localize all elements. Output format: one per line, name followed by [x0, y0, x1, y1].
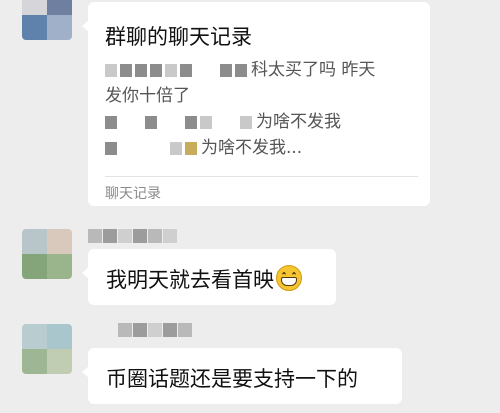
preview-line: 为啥不发我... — [105, 135, 425, 161]
preview-line: 发你十倍了 — [105, 83, 425, 109]
preview-line: 为啥不发我 — [105, 109, 425, 135]
redacted-name — [105, 63, 247, 77]
message-text: 币圈话题还是要支持一下的 — [106, 367, 358, 391]
chat-record-preview: 科太买了吗 昨天 发你十倍了 为啥不发我 为啥不发我... — [105, 57, 425, 161]
chat-record-card[interactable]: 群聊的聊天记录 科太买了吗 昨天 发你十倍了 为啥不发我 为啥不发我... 聊天… — [82, 2, 430, 206]
sender-avatar[interactable] — [22, 324, 72, 374]
sender-name-redacted — [88, 229, 177, 243]
redacted-name — [105, 115, 252, 129]
preview-line: 科太买了吗 昨天 — [105, 57, 425, 83]
redacted-name — [105, 141, 197, 155]
card-divider — [105, 176, 418, 177]
preview-text: 为啥不发我 — [256, 112, 341, 132]
grinning-face-icon — [276, 265, 302, 291]
message-bubble[interactable]: 我明天就去看首映 — [82, 249, 336, 305]
sender-name-redacted — [118, 323, 192, 337]
preview-text: 发你十倍了 — [105, 86, 190, 106]
preview-text: 为啥不发我... — [201, 138, 303, 158]
message-content: 我明天就去看首映 — [106, 264, 302, 294]
message-text: 我明天就去看首映 — [106, 268, 274, 292]
sender-avatar[interactable] — [22, 0, 72, 40]
sender-avatar[interactable] — [22, 229, 72, 279]
chat-record-footer: 聊天记录 — [105, 186, 161, 202]
chat-record-title: 群聊的聊天记录 — [105, 25, 252, 49]
preview-text: 科太买了吗 昨天 — [251, 60, 376, 80]
message-bubble[interactable]: 币圈话题还是要支持一下的 — [82, 348, 402, 404]
